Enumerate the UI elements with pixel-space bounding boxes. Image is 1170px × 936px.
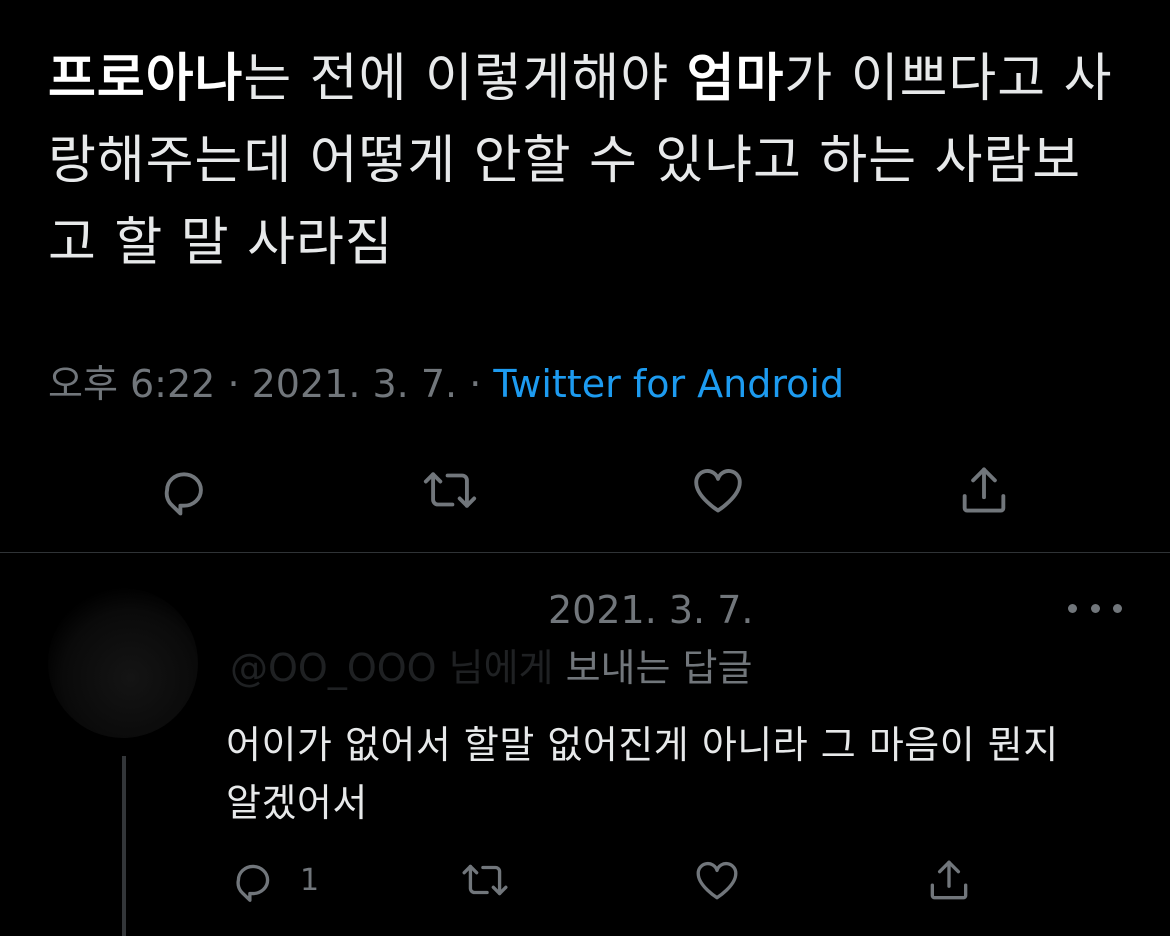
more-dot-icon bbox=[1113, 603, 1122, 613]
reply-reply-button[interactable]: 1 bbox=[228, 852, 319, 908]
retweet-icon bbox=[423, 472, 477, 508]
tweet-text-bold-1: 프로아나 bbox=[48, 49, 244, 109]
meta-separator: · bbox=[227, 362, 240, 406]
reply-button[interactable] bbox=[152, 458, 216, 522]
tweet-time: 오후 6:22 bbox=[48, 362, 216, 406]
share-button[interactable] bbox=[952, 458, 1016, 522]
replying-to-handle[interactable]: @OO_OOO 님에게 bbox=[230, 646, 554, 690]
share-icon bbox=[930, 860, 968, 900]
tweet-date: 2021. 3. 7. bbox=[251, 362, 458, 406]
reply-avatar[interactable] bbox=[48, 588, 198, 738]
replying-to: @OO_OOO 님에게 보내는 답글 bbox=[230, 642, 752, 694]
reply-text: 어이가 없어서 할말 없어진게 아니라 그 마음이 뭔지 알겠어서 bbox=[226, 723, 1059, 825]
more-options-button[interactable] bbox=[1068, 592, 1122, 624]
reply-action-bar: 1 bbox=[0, 852, 1170, 912]
tweet-text-bold-2: 엄마 bbox=[686, 49, 785, 109]
reply-count: 1 bbox=[300, 862, 320, 898]
reply-header-redaction bbox=[226, 584, 556, 634]
reply-retweet-button[interactable] bbox=[460, 852, 510, 908]
tweet-source-link[interactable]: Twitter for Android bbox=[493, 362, 844, 406]
like-button[interactable] bbox=[686, 458, 750, 522]
replying-to-suffix: 보내는 답글 bbox=[553, 646, 753, 690]
more-dot-icon bbox=[1090, 603, 1100, 613]
tweet-action-bar bbox=[0, 458, 1170, 524]
reply-date: 2021. 3. 7. bbox=[548, 588, 754, 632]
retweet-icon bbox=[462, 864, 508, 896]
more-dot-icon bbox=[1068, 603, 1077, 613]
reply-like-button[interactable] bbox=[692, 852, 742, 908]
reply-share-button[interactable] bbox=[924, 852, 974, 908]
meta-separator: · bbox=[469, 362, 482, 406]
share-icon bbox=[962, 467, 1006, 513]
reply-icon bbox=[164, 472, 203, 516]
retweet-button[interactable] bbox=[418, 458, 482, 522]
heart-icon bbox=[694, 469, 742, 513]
heart-icon bbox=[696, 861, 738, 900]
tweet-text-1: 는 전에 이렇게해야 bbox=[243, 49, 687, 109]
reply-icon bbox=[236, 864, 270, 902]
tweet-meta: 오후 6:22 · 2021. 3. 7. · Twitter for Andr… bbox=[48, 360, 844, 408]
divider bbox=[0, 552, 1170, 553]
tweet-body: 프로아나는 전에 이렇게해야 엄마가 이쁘다고 사랑해주는데 어떻게 안할 수 … bbox=[48, 38, 1128, 284]
